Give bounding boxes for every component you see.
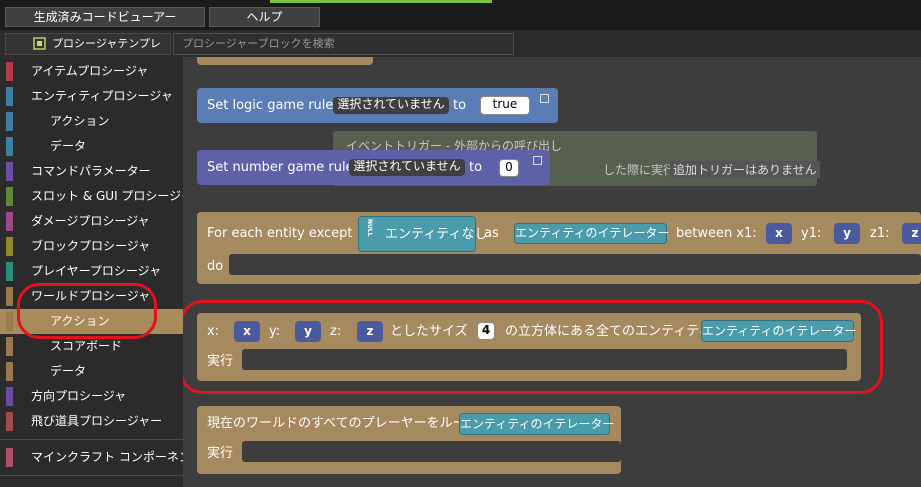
number-value-input[interactable]: 0 <box>499 159 519 177</box>
y1-input[interactable]: y <box>834 223 860 244</box>
category-color <box>6 448 13 467</box>
category-color <box>6 387 13 406</box>
sidebar-item-item-procedures[interactable]: アイテムプロシージャ <box>0 59 183 84</box>
set-logic-game-rule-block[interactable]: Set logic game rule 選択されていません to true <box>197 88 558 123</box>
sidebar-divider <box>0 475 183 476</box>
mutator-icon[interactable] <box>533 156 542 165</box>
do-label: 実行 <box>207 446 234 461</box>
category-color <box>6 237 13 256</box>
iterator-variable[interactable]: エンティティのイテレーター <box>459 413 614 435</box>
sidebar-item-world-data[interactable]: データ <box>0 359 183 384</box>
boolean-value-dropdown[interactable]: true <box>480 96 530 115</box>
to-label: to <box>469 160 483 175</box>
category-color <box>6 362 13 381</box>
sidebar-item-label: マインクラフト コンポーネント <box>31 450 203 464</box>
tab-procedure-templates[interactable]: プロシージャテンプレート <box>5 33 171 70</box>
category-color <box>6 87 13 106</box>
sidebar-item-entity-actions[interactable]: アクション <box>0 109 183 134</box>
sidebar-item-label: データ <box>50 364 87 378</box>
null-tag: NULL <box>366 219 373 237</box>
sidebar-item-minecraft-components[interactable]: マインクラフト コンポーネント <box>0 445 203 470</box>
sidebar-item-label: エンティティプロシージャ <box>31 89 173 103</box>
sidebar-item-label: ダメージプロシージャ <box>31 214 150 228</box>
sidebar: アイテムプロシージャ エンティティプロシージャ アクション データ コマンドパラ… <box>0 57 203 487</box>
template-icon <box>33 37 46 50</box>
block-partial-top[interactable] <box>197 57 373 65</box>
category-color <box>6 162 13 181</box>
sidebar-item-label: コマンドパラメーター <box>31 164 151 178</box>
block-label: Set number game rule <box>207 160 354 175</box>
block-label: For each entity except <box>207 226 353 241</box>
sidebar-item-direction-procedures[interactable]: 方向プロシージャ <box>0 384 183 409</box>
sidebar-item-slot-gui[interactable]: スロット & GUI プロシージャ <box>0 184 193 209</box>
category-color <box>6 212 13 231</box>
category-color <box>6 337 13 356</box>
sidebar-item-entity-data[interactable]: データ <box>0 134 183 159</box>
for-each-entity-block[interactable]: For each entity except NULL エンティティなし as … <box>197 212 921 284</box>
category-color <box>6 187 13 206</box>
as-label: as <box>484 226 499 241</box>
entity-input[interactable]: NULL エンティティなし <box>358 216 487 252</box>
loop-all-players-block[interactable]: 現在のワールドのすべてのプレーヤーをループ エンティティのイテレーター 実行 <box>197 406 621 474</box>
sidebar-item-label: プレイヤープロシージャ <box>31 264 162 278</box>
sidebar-item-projectile-procedures[interactable]: 飛び道具プロシージャー <box>0 409 183 434</box>
highlight-circle-workspace <box>183 300 883 394</box>
sidebar-divider <box>0 439 183 440</box>
tab-bar: プロシージャテンプレート プロシージャーブロックを検索 <box>0 30 921 70</box>
sidebar-item-label: 方向プロシージャ <box>31 389 127 403</box>
game-rule-selector[interactable]: 選択されていません <box>349 159 465 176</box>
do-statement-slot[interactable] <box>242 441 621 462</box>
top-toolbar: 生成済みコードビューアー ヘルプ <box>0 0 921 30</box>
x1-input[interactable]: x <box>766 223 792 244</box>
category-color <box>6 287 13 306</box>
block-label: Set logic game rule <box>207 98 334 113</box>
sidebar-item-label: スコアボード <box>50 339 123 353</box>
procedure-search-input[interactable]: プロシージャーブロックを検索 <box>173 33 514 55</box>
between-label: between x1: <box>676 226 757 241</box>
sidebar-item-damage-procedures[interactable]: ダメージプロシージャ <box>0 209 183 234</box>
category-color <box>6 312 13 331</box>
sidebar-item-label: ブロックプロシージャ <box>31 239 151 253</box>
set-number-game-rule-block[interactable]: Set number game rule 選択されていません to 0 <box>197 150 550 185</box>
sidebar-item-command-parameters[interactable]: コマンドパラメーター <box>0 159 183 184</box>
highlight-circle-sidebar <box>17 283 157 339</box>
do-label: do <box>207 259 224 274</box>
to-label: to <box>453 98 467 113</box>
sidebar-item-label: アクション <box>50 114 110 128</box>
category-color <box>6 137 13 156</box>
z1-input[interactable]: z <box>902 223 921 244</box>
sidebar-item-label: データ <box>50 139 87 153</box>
progress-accent <box>270 0 492 3</box>
code-viewer-button[interactable]: 生成済みコードビューアー <box>5 7 205 27</box>
category-color <box>6 62 13 81</box>
do-statement-slot[interactable] <box>229 254 921 275</box>
blockly-workspace[interactable]: イベントトリガー - 外部からの呼び出し した際に実行される 追加トリガーはあり… <box>183 57 921 487</box>
z1-label: z1: <box>870 226 890 241</box>
mutator-icon[interactable] <box>540 94 549 103</box>
iterator-variable[interactable]: エンティティのイテレーター <box>514 223 669 244</box>
ghost-trigger-no-triggers: 追加トリガーはありません <box>670 161 820 178</box>
sidebar-item-label: アイテムプロシージャ <box>31 64 149 78</box>
sidebar-item-player-procedures[interactable]: プレイヤープロシージャ <box>0 259 183 284</box>
category-color <box>6 412 13 431</box>
block-label: 現在のワールドのすべてのプレーヤーをループ <box>207 416 478 431</box>
sidebar-item-entity-procedures[interactable]: エンティティプロシージャ <box>0 84 183 109</box>
category-color <box>6 262 13 281</box>
help-button[interactable]: ヘルプ <box>209 7 320 27</box>
sidebar-item-label: スロット & GUI プロシージャ <box>31 189 193 203</box>
category-color <box>6 112 13 131</box>
no-entity-text: エンティティなし <box>385 227 488 242</box>
sidebar-item-block-procedures[interactable]: ブロックプロシージャ <box>0 234 183 259</box>
sidebar-item-label: 飛び道具プロシージャー <box>31 414 163 428</box>
y1-label: y1: <box>801 226 822 241</box>
game-rule-selector[interactable]: 選択されていません <box>333 97 449 114</box>
